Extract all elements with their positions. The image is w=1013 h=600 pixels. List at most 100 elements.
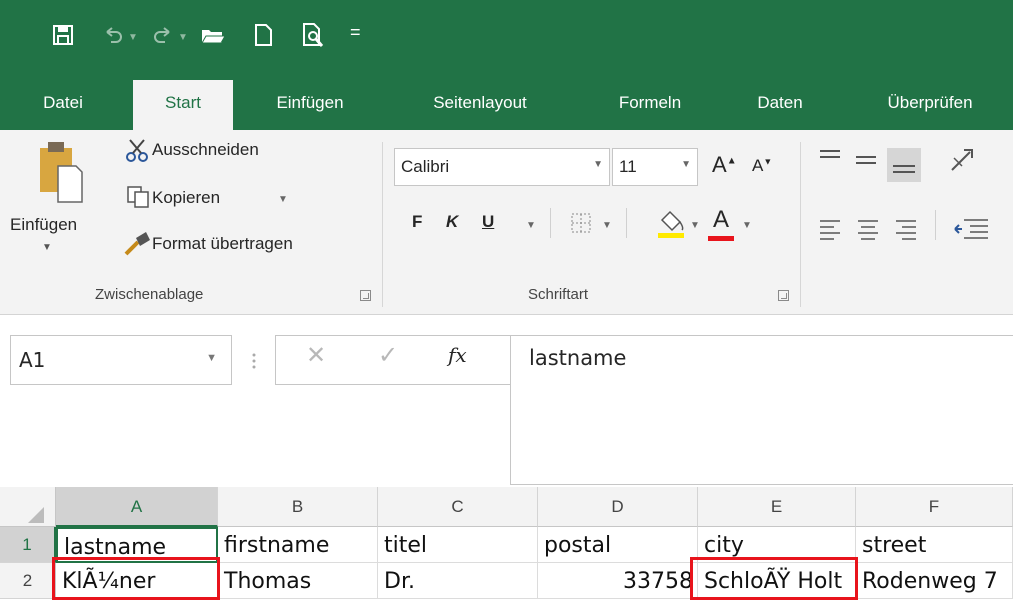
customize-qat-icon[interactable]: = xyxy=(350,22,361,43)
cell-d1[interactable]: postal xyxy=(538,527,698,563)
font-name-value: Calibri xyxy=(401,157,450,176)
grow-font-label: A xyxy=(712,152,727,177)
open-folder-icon[interactable] xyxy=(200,20,226,50)
shrink-font-button[interactable]: A▼ xyxy=(752,156,772,176)
row-header-2[interactable]: 2 xyxy=(0,563,56,599)
select-all-button[interactable] xyxy=(0,487,56,527)
align-center-icon[interactable] xyxy=(856,218,882,240)
group-divider xyxy=(382,142,383,307)
font-dialog-launcher[interactable] xyxy=(778,290,789,301)
orientation-icon[interactable] xyxy=(948,144,978,174)
align-left-icon[interactable] xyxy=(818,218,844,240)
bold-button[interactable]: F xyxy=(412,212,422,232)
chevron-down-icon[interactable]: ▼ xyxy=(681,159,691,170)
redo-icon[interactable] xyxy=(150,20,176,50)
formula-bar: A1 ▼ ✕ ✓ fx lastname xyxy=(0,315,1013,487)
tab-daten[interactable]: Daten xyxy=(735,80,825,130)
cancel-icon[interactable]: ✕ xyxy=(306,341,326,370)
align-right-icon[interactable] xyxy=(894,218,920,240)
tab-einfuegen[interactable]: Einfügen xyxy=(255,80,365,130)
clipboard-group-label: Zwischenablage xyxy=(95,286,204,303)
cell-e1[interactable]: city xyxy=(698,527,856,563)
paste-button[interactable]: Einfügen xyxy=(10,215,77,235)
cell-e2[interactable]: SchloÃŸ Holt xyxy=(698,563,856,599)
formula-input[interactable]: lastname xyxy=(510,335,1013,485)
formula-input-value: lastname xyxy=(529,346,627,370)
border-icon[interactable] xyxy=(570,212,592,234)
tab-formeln[interactable]: Formeln xyxy=(590,80,710,130)
fill-color-icon[interactable] xyxy=(656,206,686,240)
formula-bar-grip[interactable] xyxy=(252,345,256,375)
underline-button[interactable]: U xyxy=(482,212,494,232)
copy-icon xyxy=(126,185,150,209)
chevron-down-icon[interactable]: ▼ xyxy=(206,352,217,364)
border-dropdown-icon[interactable]: ▼ xyxy=(602,220,612,231)
underline-dropdown-icon[interactable]: ▼ xyxy=(526,220,536,231)
new-document-icon[interactable] xyxy=(250,20,276,50)
fill-color-dropdown-icon[interactable]: ▼ xyxy=(690,220,700,231)
name-box-value: A1 xyxy=(19,348,46,372)
divider xyxy=(935,210,936,240)
paste-icon[interactable] xyxy=(38,140,84,212)
cell-b2[interactable]: Thomas xyxy=(218,563,378,599)
tab-ueberpruefen[interactable]: Überprüfen xyxy=(860,80,1000,130)
font-size-combo[interactable]: 11 ▼ xyxy=(612,148,698,186)
name-box[interactable]: A1 ▼ xyxy=(10,335,232,385)
save-icon[interactable] xyxy=(50,20,76,50)
insert-function-icon[interactable]: fx xyxy=(448,343,467,367)
cell-f1[interactable]: street xyxy=(856,527,1013,563)
font-size-value: 11 xyxy=(619,157,637,176)
shrink-font-label: A xyxy=(752,156,764,175)
cell-a2[interactable]: KlÃ¼ner xyxy=(56,563,218,599)
tab-start[interactable]: Start xyxy=(133,80,233,130)
align-bottom-icon[interactable] xyxy=(887,148,921,182)
undo-icon[interactable] xyxy=(100,20,126,50)
decrease-indent-icon[interactable] xyxy=(952,216,992,242)
format-painter-icon xyxy=(122,230,152,258)
align-middle-icon[interactable] xyxy=(854,150,880,172)
column-header-f[interactable]: F xyxy=(856,487,1013,527)
cell-d2[interactable]: 33758 xyxy=(538,563,698,599)
column-header-e[interactable]: E xyxy=(698,487,856,527)
format-painter-button[interactable]: Format übertragen xyxy=(152,234,293,254)
font-group-label: Schriftart xyxy=(528,286,589,303)
divider xyxy=(626,208,627,238)
italic-button[interactable]: K xyxy=(446,212,458,232)
cell-b1[interactable]: firstname xyxy=(218,527,378,563)
cut-button[interactable]: Ausschneiden xyxy=(152,140,259,160)
divider xyxy=(550,208,551,238)
tab-datei[interactable]: Datei xyxy=(28,80,98,130)
cell-f2[interactable]: Rodenweg 7 xyxy=(856,563,1013,599)
tab-seitenlayout[interactable]: Seitenlayout xyxy=(400,80,560,130)
copy-dropdown-icon[interactable]: ▼ xyxy=(278,194,288,205)
clipboard-dialog-launcher[interactable] xyxy=(360,290,371,301)
grow-font-button[interactable]: A▲ xyxy=(712,152,737,178)
column-header-d[interactable]: D xyxy=(538,487,698,527)
undo-dropdown-icon[interactable]: ▼ xyxy=(128,32,138,43)
enter-icon[interactable]: ✓ xyxy=(378,341,398,370)
cell-c1[interactable]: titel xyxy=(378,527,538,563)
font-color-swatch xyxy=(708,236,734,241)
font-color-label: A xyxy=(712,206,729,233)
copy-button[interactable]: Kopieren xyxy=(152,188,220,208)
ribbon-start: Einfügen ▼ Ausschneiden Kopieren ▼ Forma… xyxy=(0,130,1013,315)
font-color-dropdown-icon[interactable]: ▼ xyxy=(742,220,752,231)
align-top-icon[interactable] xyxy=(818,146,844,168)
worksheet-grid: A B C D E F 1 2 lastname firstname titel… xyxy=(0,487,1013,600)
redo-dropdown-icon[interactable]: ▼ xyxy=(178,32,188,43)
font-color-button[interactable]: A xyxy=(706,206,736,242)
column-header-c[interactable]: C xyxy=(378,487,538,527)
font-name-combo[interactable]: Calibri ▼ xyxy=(394,148,610,186)
print-preview-icon[interactable] xyxy=(300,20,326,50)
row-header-1[interactable]: 1 xyxy=(0,527,56,563)
cell-c2[interactable]: Dr. xyxy=(378,563,538,599)
ribbon-tabs: Datei Start Einfügen Seitenlayout Formel… xyxy=(0,80,1013,130)
quick-access-toolbar: ▼ ▼ = xyxy=(0,0,1013,80)
cell-a1[interactable]: lastname xyxy=(56,527,218,563)
paste-dropdown-icon[interactable]: ▼ xyxy=(42,242,52,253)
group-divider xyxy=(800,142,801,307)
scissors-icon xyxy=(124,138,150,164)
column-header-a[interactable]: A xyxy=(56,487,218,527)
chevron-down-icon[interactable]: ▼ xyxy=(593,159,603,170)
column-header-b[interactable]: B xyxy=(218,487,378,527)
